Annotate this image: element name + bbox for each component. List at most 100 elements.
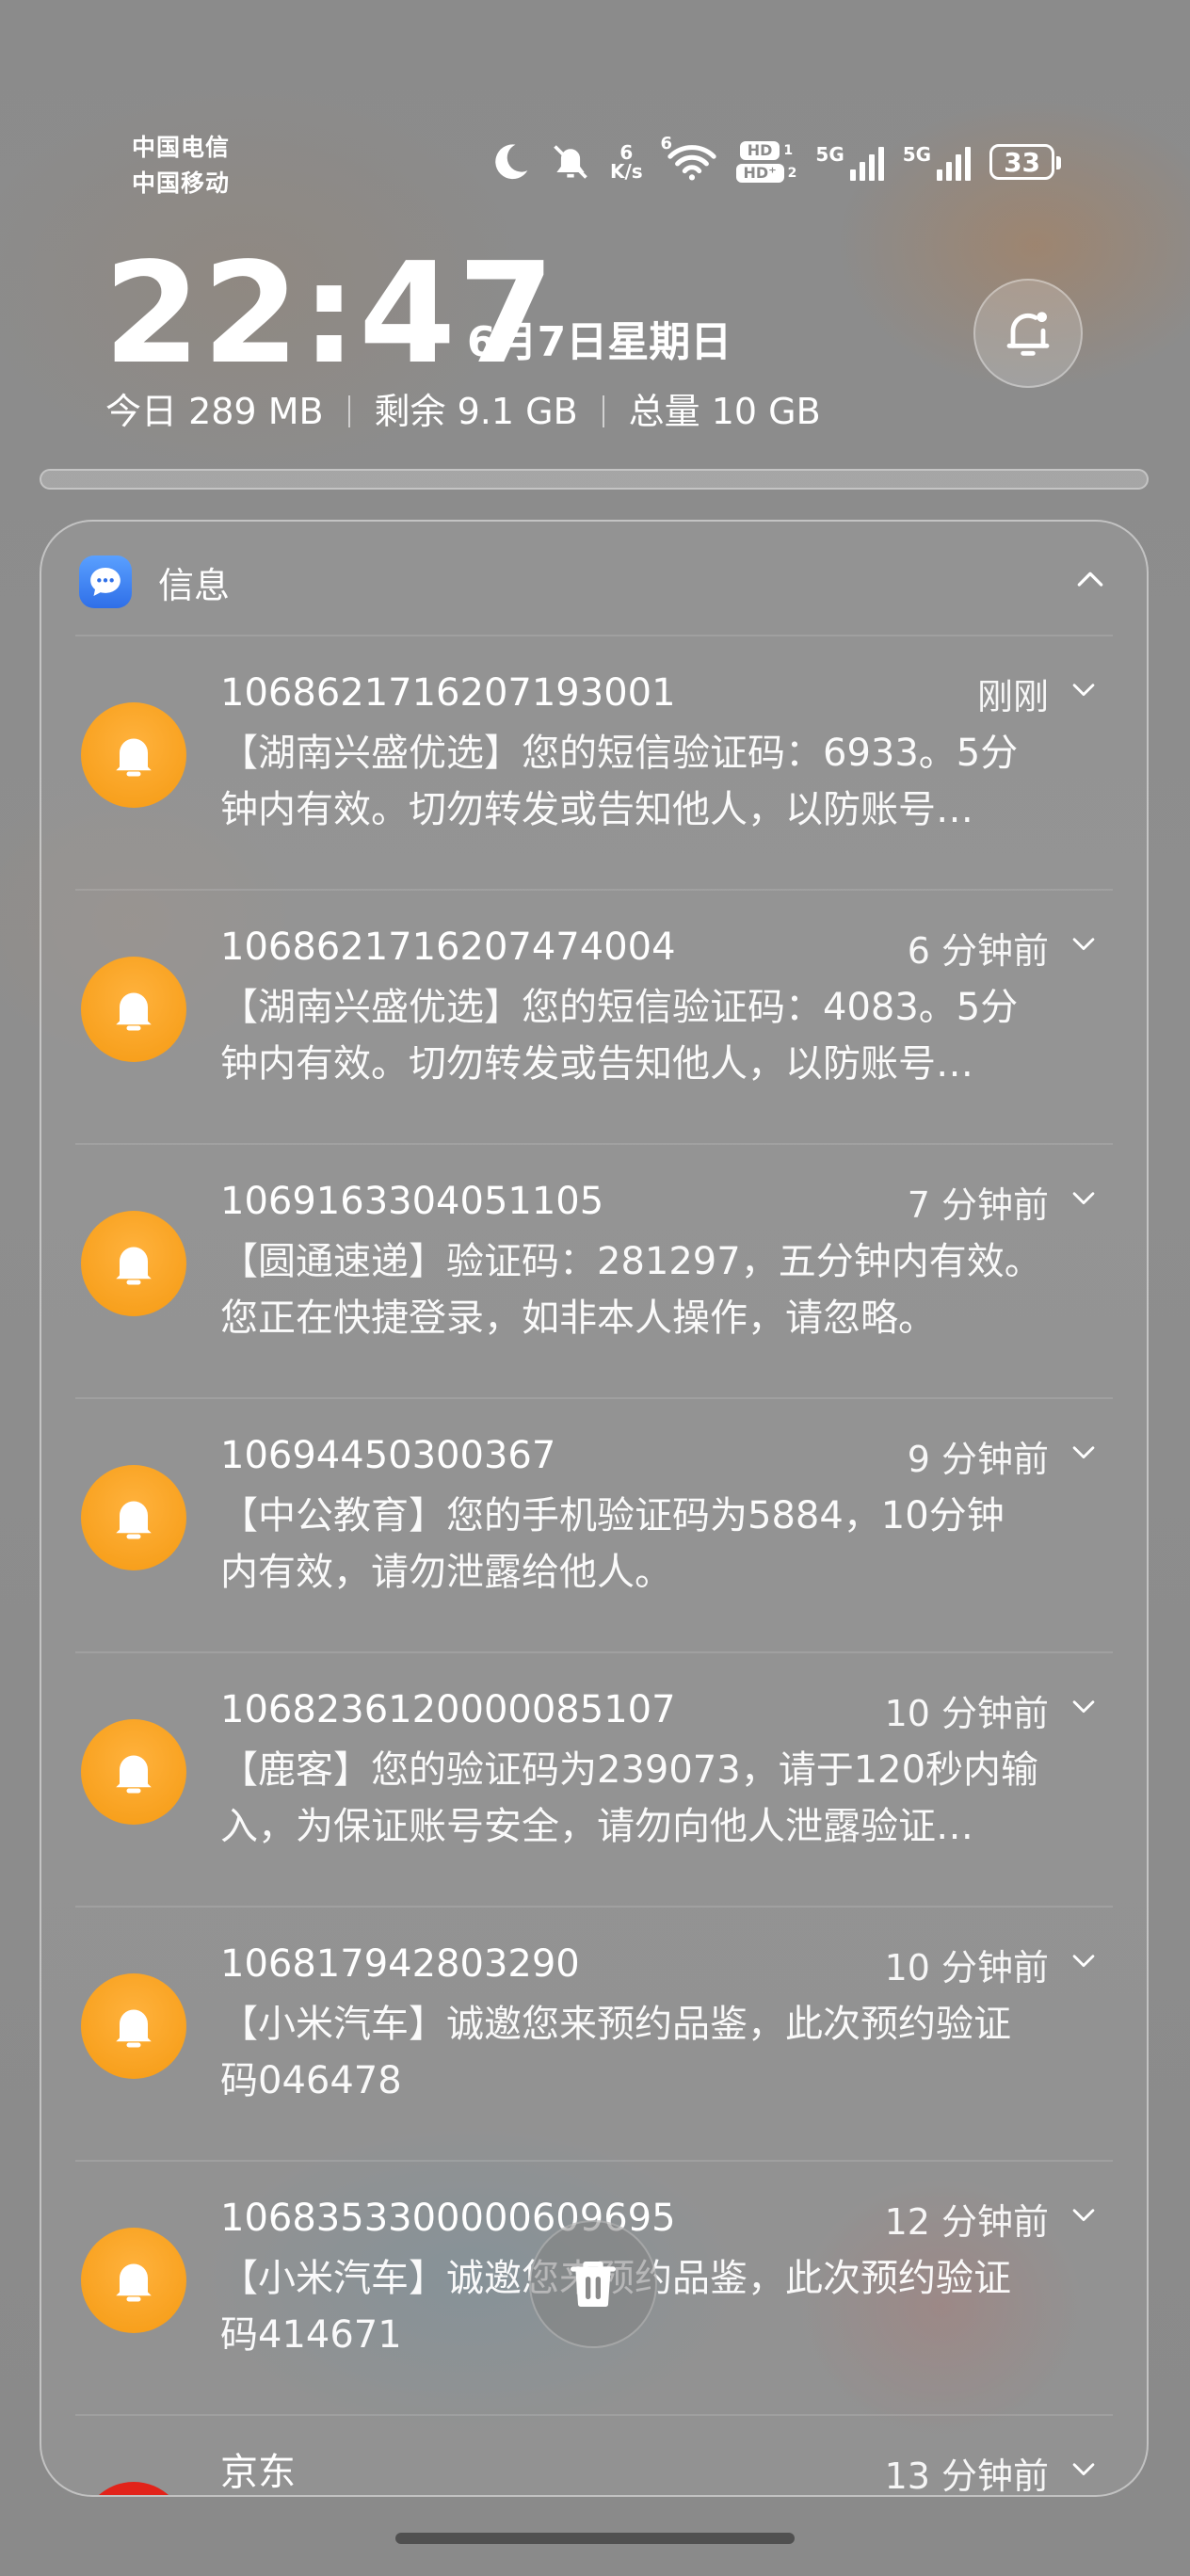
- notification-body: 【圆通速递】验证码：281297，五分钟内有效。 您正在快捷登录，如非本人操作，…: [220, 1233, 1143, 1346]
- notification-body: 【湖南兴盛优选】您的短信验证码：6933。5分 钟内有效。切勿转发或告知他人，以…: [220, 725, 1143, 838]
- notification-item[interactable]: 10694450300367 9 分钟前 【中公教育】您的手机验证码为5884，…: [41, 1397, 1147, 1651]
- data-usage-today: 今日 289 MB: [105, 391, 324, 432]
- notification-line: 【小米汽车】诚邀您来预约品鉴，此次预约验证: [220, 2003, 1011, 2046]
- hd-sim-2: 2: [787, 166, 797, 181]
- notification-item-jd[interactable]: 京东 13 分钟前: [41, 2414, 1147, 2497]
- notification-meta: 9 分钟前: [908, 1431, 1100, 1480]
- signal-icon-sim1: 5G: [815, 143, 884, 181]
- lockscreen-date: 6月7日星期日: [467, 318, 732, 366]
- bell-avatar-icon: [81, 1465, 186, 1570]
- notification-line: 【鹿客】您的验证码为239073，请于120秒内输: [220, 1748, 1039, 1792]
- notification-line: 码414671: [220, 2313, 402, 2357]
- bell-avatar-icon: [81, 2228, 186, 2333]
- chevron-down-icon[interactable]: [1068, 1435, 1100, 1476]
- signal-icon-sim2: 5G: [902, 143, 972, 181]
- notification-meta: 刚刚: [977, 668, 1100, 717]
- notification-item[interactable]: 1068621716207193001 刚刚 【湖南兴盛优选】您的短信验证码：6…: [41, 635, 1147, 889]
- carrier-names: 中国电信 中国移动: [132, 130, 230, 201]
- notification-sender: 1069163304051105: [220, 1180, 604, 1223]
- messages-app-icon: [79, 555, 132, 608]
- notification-meta: 6 分钟前: [908, 923, 1100, 972]
- quick-panel-handle[interactable]: [40, 469, 1149, 490]
- chevron-down-icon[interactable]: [1068, 672, 1100, 714]
- notification-sender: 10694450300367: [220, 1434, 556, 1477]
- divider: [75, 635, 1113, 636]
- trash-icon: [571, 2262, 616, 2307]
- data-usage-separator: [602, 395, 604, 427]
- status-icons: 6 K/s 6 HD 1 HD⁺ 2 5G 5G 33: [490, 134, 1061, 190]
- notification-settings-button[interactable]: [973, 279, 1083, 388]
- notification-time: 刚刚: [976, 675, 1049, 717]
- notification-line: 您正在快捷登录，如非本人操作，请忽略。: [220, 1296, 936, 1340]
- group-header[interactable]: 信息: [79, 552, 1109, 612]
- bell-settings-icon: [1006, 312, 1050, 356]
- chevron-down-icon[interactable]: [1068, 2452, 1100, 2493]
- notification-sender: 1068236120000085107: [220, 1688, 676, 1731]
- moon-icon: [490, 141, 531, 183]
- chevron-down-icon[interactable]: [1068, 926, 1100, 968]
- chevron-down-icon[interactable]: [1068, 2198, 1100, 2239]
- chevron-down-icon[interactable]: [1068, 1181, 1100, 1222]
- notification-line: 码046478: [220, 2059, 402, 2102]
- notification-line: 【湖南兴盛优选】您的短信验证码：4083。5分: [220, 986, 1019, 1029]
- notification-time: 9 分钟前: [907, 1438, 1049, 1480]
- notification-time: 10 分钟前: [884, 1692, 1049, 1734]
- notification-body: 【鹿客】您的验证码为239073，请于120秒内输 入，为保证账号安全，请勿向他…: [220, 1742, 1143, 1855]
- home-indicator[interactable]: [395, 2533, 795, 2544]
- battery-level: 33: [1004, 146, 1041, 178]
- notification-item[interactable]: 1068621716207474004 6 分钟前 【湖南兴盛优选】您的短信验证…: [41, 889, 1147, 1143]
- notification-body: 【中公教育】您的手机验证码为5884，10分钟 内有效，请勿泄露给他人。: [220, 1488, 1143, 1601]
- divider: [75, 1651, 1113, 1653]
- hd-badge-2: HD⁺: [735, 164, 784, 183]
- notification-body: 【小米汽车】诚邀您来预约品鉴，此次预约验证 码046478: [220, 1996, 1143, 2109]
- notification-meta: 13 分钟前: [884, 2448, 1100, 2497]
- divider: [75, 2160, 1113, 2162]
- notification-meta: 10 分钟前: [885, 1940, 1100, 1988]
- notification-line: 内有效，请勿泄露给他人。: [220, 1551, 672, 1594]
- divider: [75, 1143, 1113, 1145]
- notification-body: 【湖南兴盛优选】您的短信验证码：4083。5分 钟内有效。切勿转发或告知他人，以…: [220, 979, 1143, 1092]
- notification-sender: 106817942803290: [220, 1942, 580, 1986]
- chevron-down-icon[interactable]: [1068, 1943, 1100, 1985]
- data-usage-remaining: 剩余 9.1 GB: [374, 391, 578, 432]
- chevron-up-icon[interactable]: [1071, 561, 1109, 603]
- carrier-1: 中国电信: [132, 134, 231, 161]
- bell-avatar-icon: [81, 702, 186, 808]
- notification-item[interactable]: 106817942803290 10 分钟前 【小米汽车】诚邀您来预约品鉴，此次…: [41, 1906, 1147, 2160]
- battery-icon: 33: [989, 144, 1061, 180]
- notification-item[interactable]: 1069163304051105 7 分钟前 【圆通速递】验证码：281297，…: [41, 1143, 1147, 1397]
- bell-avatar-icon: [81, 1719, 186, 1825]
- data-usage-total: 总量 10 GB: [628, 391, 821, 432]
- notification-line: 入，为保证账号安全，请勿向他人泄露验证…: [220, 1805, 973, 1848]
- data-usage: 今日 289 MB 剩余 9.1 GB 总量 10 GB: [105, 388, 821, 435]
- wifi-icon: 6: [661, 134, 717, 183]
- bell-avatar-icon: [81, 957, 186, 1062]
- sim1-network-type: 5G: [815, 143, 844, 166]
- bell-avatar-icon: [81, 1973, 186, 2079]
- notification-time: 6 分钟前: [907, 929, 1049, 972]
- hd-voice-badges: HD 1 HD⁺ 2: [735, 141, 797, 183]
- bell-off-icon: [550, 141, 591, 183]
- wifi-badge: 6: [660, 134, 673, 153]
- divider: [75, 2414, 1113, 2416]
- sim2-network-type: 5G: [902, 143, 932, 166]
- notification-line: 钟内有效。切勿转发或告知他人，以防账号…: [220, 1042, 973, 1086]
- notification-time: 10 分钟前: [884, 1946, 1049, 1988]
- notification-line: 【湖南兴盛优选】您的短信验证码：6933。5分: [220, 732, 1019, 775]
- bell-avatar-icon: [81, 1211, 186, 1316]
- notification-time: 12 分钟前: [884, 2200, 1049, 2243]
- notification-sender: 1068621716207474004: [220, 926, 676, 969]
- chevron-down-icon[interactable]: [1068, 1689, 1100, 1731]
- jd-app-icon: [81, 2482, 186, 2495]
- group-app-name: 信息: [158, 564, 231, 606]
- notification-line: 钟内有效。切勿转发或告知他人，以防账号…: [220, 788, 973, 831]
- clear-notifications-button[interactable]: [529, 2220, 657, 2348]
- notification-item[interactable]: 1068236120000085107 10 分钟前 【鹿客】您的验证码为239…: [41, 1651, 1147, 1906]
- divider: [75, 889, 1113, 891]
- divider: [75, 1906, 1113, 1908]
- network-speed: 6 K/s: [610, 143, 648, 181]
- speed-unit: K/s: [610, 160, 643, 183]
- notification-meta: 12 分钟前: [885, 2194, 1100, 2243]
- notification-line: 【中公教育】您的手机验证码为5884，10分钟: [220, 1494, 1005, 1538]
- notification-time: 13 分钟前: [884, 2455, 1049, 2497]
